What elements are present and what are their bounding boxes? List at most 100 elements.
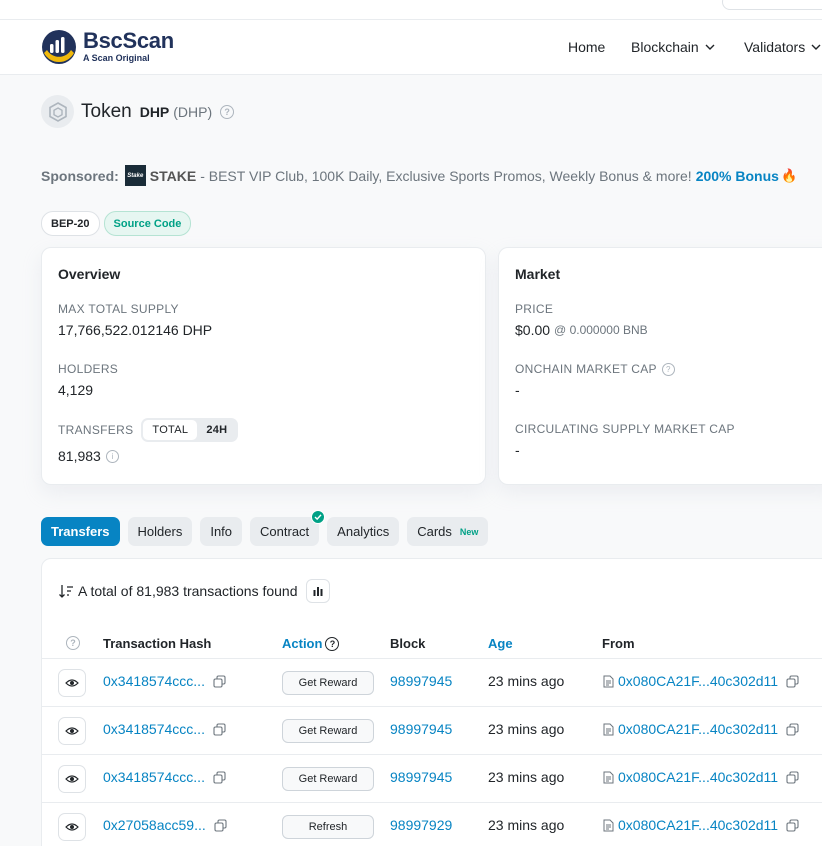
max-supply-value: 17,766,522.012146 DHP	[58, 322, 213, 338]
token-logo	[41, 95, 74, 128]
table-row: 0x3418574ccc... Get Reward 98997945 23 m…	[42, 755, 822, 803]
tx-hash-link[interactable]: 0x3418574ccc...	[103, 673, 205, 689]
transfers-label: TRANSFERS	[58, 423, 134, 437]
tab-analytics[interactable]: Analytics	[327, 517, 400, 546]
tag-bep20[interactable]: BEP-20	[41, 211, 100, 236]
overview-title: Overview	[58, 266, 121, 282]
header-info: ?	[66, 636, 80, 650]
tx-hash-cell: 0x3418574ccc...	[103, 769, 226, 785]
block-link[interactable]: 98997945	[390, 769, 452, 785]
question-icon[interactable]: ?	[325, 636, 340, 651]
header-block: Block	[390, 636, 426, 651]
tx-hash-link[interactable]: 0x27058acc59...	[103, 817, 206, 833]
eye-icon	[65, 775, 79, 783]
token-symbol: (DHP)	[173, 103, 213, 120]
market-title: Market	[515, 266, 561, 282]
table-header: ? Transaction Hash Action ? Block Age Fr…	[42, 629, 822, 659]
block-link[interactable]: 98997945	[390, 673, 452, 689]
search-input[interactable]	[722, 0, 822, 10]
copy-icon[interactable]	[213, 722, 226, 736]
age-cell: 23 mins ago	[488, 769, 565, 785]
bscscan-logo[interactable]: BscScan A Scan Original	[41, 29, 174, 65]
tab-contract-label: Contract	[260, 524, 310, 539]
nav-blockchain[interactable]: Blockchain	[631, 39, 715, 55]
info-icon[interactable]: i	[105, 449, 119, 463]
from-address-link[interactable]: 0x080CA21F...40c302d11	[618, 721, 778, 737]
tx-hash-cell: 0x3418574ccc...	[103, 673, 226, 689]
transfers-label-row: TRANSFERS TOTAL 24H	[58, 418, 239, 442]
action-badge[interactable]: Get Reward	[282, 671, 374, 695]
header-age[interactable]: Age	[488, 636, 513, 651]
copy-icon[interactable]	[786, 818, 799, 832]
header-hash: Transaction Hash	[103, 636, 212, 651]
from-cell: 0x080CA21F...40c302d11	[603, 673, 799, 689]
copy-icon[interactable]	[214, 818, 227, 832]
chevron-down-icon	[811, 44, 821, 50]
onchain-mcap-label: ONCHAIN MARKET CAP	[515, 362, 657, 376]
block-cell: 98997945	[390, 769, 452, 785]
tag-source-code[interactable]: Source Code	[103, 211, 192, 236]
tab-cards[interactable]: Cards New	[407, 517, 489, 546]
action-badge[interactable]: Get Reward	[282, 719, 374, 743]
question-icon[interactable]: ?	[66, 636, 80, 650]
chart-button[interactable]	[305, 579, 330, 603]
from-address-link[interactable]: 0x080CA21F...40c302d11	[618, 769, 778, 785]
from-address-link[interactable]: 0x080CA21F...40c302d11	[618, 817, 778, 833]
action-badge[interactable]: Get Reward	[282, 767, 374, 791]
action-badge[interactable]: Refresh	[282, 815, 374, 839]
tx-hash-link[interactable]: 0x3418574ccc...	[103, 769, 205, 785]
bscscan-logo-icon	[42, 30, 76, 64]
block-link[interactable]: 98997945	[390, 721, 452, 737]
from-cell: 0x080CA21F...40c302d11	[603, 817, 799, 833]
holders-value: 4,129	[58, 382, 94, 398]
question-icon[interactable]: ?	[661, 362, 675, 376]
view-details-button[interactable]	[58, 813, 86, 841]
header-action-label: Action	[282, 636, 323, 651]
block-cell: 98997929	[390, 817, 452, 833]
view-details-button[interactable]	[58, 669, 86, 697]
question-icon[interactable]: ?	[220, 104, 235, 119]
block-cell: 98997945	[390, 673, 452, 689]
token-label: Token	[81, 100, 132, 122]
contract-document-icon	[603, 771, 614, 783]
sponsor-bonus-link[interactable]: 200% Bonus	[696, 168, 779, 184]
stake-logo[interactable]: Stake	[124, 165, 146, 186]
nav-validators[interactable]: Validators	[744, 39, 821, 55]
verified-check-icon	[311, 510, 326, 524]
copy-icon[interactable]	[786, 722, 799, 736]
view-details-button[interactable]	[58, 765, 86, 793]
max-supply-label: MAX TOTAL SUPPLY	[58, 302, 179, 316]
sponsor-brand[interactable]: STAKE	[150, 168, 196, 184]
circ-mcap-value: -	[515, 442, 520, 458]
age-cell: 23 mins ago	[488, 673, 565, 689]
fire-icon: 🔥	[780, 167, 798, 183]
transfers-total-toggle[interactable]: TOTAL	[143, 420, 198, 440]
transfers-table-card: A total of 81,983 transactions found ? T…	[41, 558, 822, 846]
copy-icon[interactable]	[213, 770, 226, 784]
block-link[interactable]: 98997929	[390, 817, 452, 833]
tab-contract[interactable]: Contract	[250, 510, 326, 546]
sponsored-label: Sponsored:	[41, 167, 119, 184]
tx-hash-link[interactable]: 0x3418574ccc...	[103, 721, 205, 737]
price-bnb: @ 0.000000 BNB	[554, 323, 648, 337]
transfers-24h-toggle[interactable]: 24H	[197, 420, 236, 440]
from-cell: 0x080CA21F...40c302d11	[603, 769, 799, 785]
nav-home[interactable]: Home	[568, 39, 605, 55]
from-address-link[interactable]: 0x080CA21F...40c302d11	[618, 673, 778, 689]
block-cell: 98997945	[390, 721, 452, 737]
sponsor-text: - BEST VIP Club, 100K Daily, Exclusive S…	[200, 167, 692, 184]
tab-transfers[interactable]: Transfers	[41, 517, 120, 546]
transactions-summary: A total of 81,983 transactions found	[58, 579, 330, 603]
bar-chart-icon	[313, 587, 322, 596]
copy-icon[interactable]	[786, 674, 799, 688]
tab-info[interactable]: Info	[200, 517, 243, 546]
contract-document-icon	[603, 819, 614, 831]
bnb-hexagon-icon	[48, 101, 67, 122]
tab-holders[interactable]: Holders	[127, 517, 193, 546]
header-action[interactable]: Action ?	[282, 636, 340, 651]
copy-icon[interactable]	[213, 674, 226, 688]
view-details-button[interactable]	[58, 717, 86, 745]
copy-icon[interactable]	[786, 770, 799, 784]
tx-hash-cell: 0x3418574ccc...	[103, 721, 226, 737]
token-tabs: Transfers Holders Info Contract Analytic…	[41, 510, 496, 546]
